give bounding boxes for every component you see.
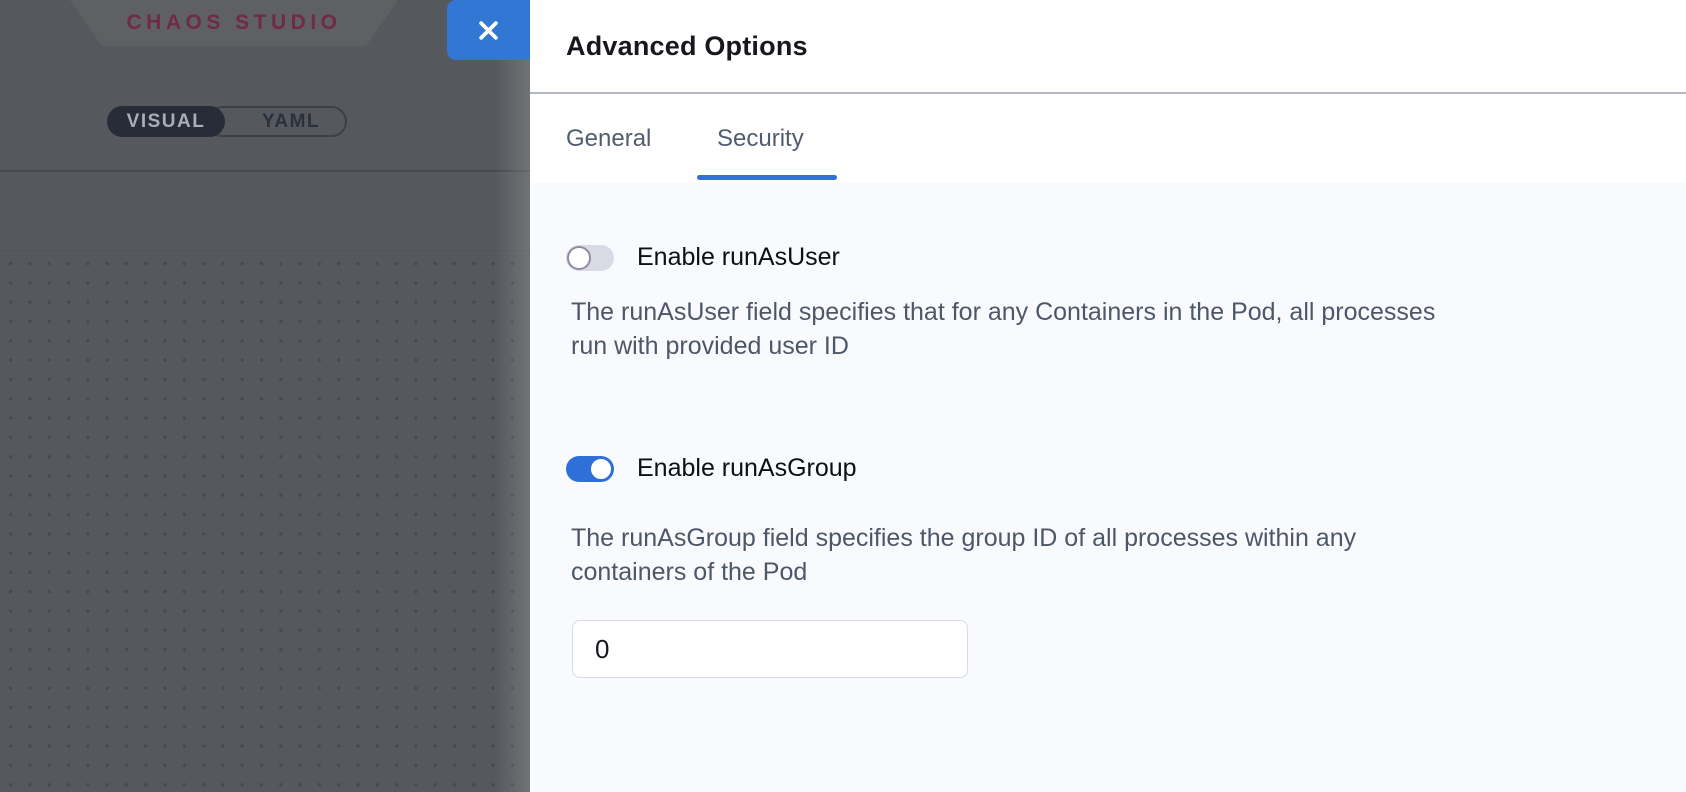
close-drawer-button[interactable] (447, 0, 530, 60)
dotted-canvas (0, 253, 530, 792)
toggle-knob (567, 246, 591, 270)
run-as-user-label: Enable runAsUser (637, 243, 840, 272)
group-id-input[interactable] (572, 620, 968, 678)
drawer-title: Advanced Options (566, 31, 808, 62)
advanced-options-drawer: Advanced Options General Security Enable… (530, 0, 1686, 792)
run-as-user-toggle[interactable] (566, 245, 614, 271)
toolbar-divider (0, 170, 530, 172)
run-as-group-label: Enable runAsGroup (637, 454, 857, 483)
run-as-user-description: The runAsUser field specifies that for a… (571, 295, 1686, 363)
run-as-group-toggle[interactable] (566, 456, 614, 482)
tab-security[interactable]: Security (717, 94, 804, 183)
run-as-user-row: Enable runAsUser (566, 243, 1686, 272)
toggle-knob (589, 457, 613, 481)
visual-tab-label: VISUAL (127, 111, 206, 133)
drawer-edge-glow (494, 0, 530, 792)
tab-general[interactable]: General (566, 94, 651, 183)
run-as-group-description: The runAsGroup field specifies the group… (571, 521, 1686, 589)
tab-general-label: General (566, 125, 651, 153)
description-line: The runAsUser field specifies that for a… (571, 295, 1686, 329)
screen: CHAOS STUDIO YAML VISUAL Advanced Option… (0, 0, 1686, 792)
visual-tab[interactable]: VISUAL (107, 106, 225, 137)
run-as-group-row: Enable runAsGroup (566, 454, 1686, 483)
tab-security-label: Security (717, 125, 804, 153)
description-line: containers of the Pod (571, 555, 1686, 589)
close-icon (475, 17, 502, 44)
brand-title: CHAOS STUDIO (126, 11, 341, 35)
drawer-tabbar: General Security (530, 94, 1686, 183)
brand-badge: CHAOS STUDIO (70, 0, 398, 46)
dimmed-background: CHAOS STUDIO YAML VISUAL (0, 0, 530, 792)
drawer-header: Advanced Options (530, 0, 1686, 94)
security-tab-content: Enable runAsUser The runAsUser field spe… (530, 183, 1686, 792)
active-tab-indicator (697, 175, 837, 180)
canvas-divider (0, 250, 530, 251)
description-line: The runAsGroup field specifies the group… (571, 521, 1686, 555)
yaml-tab-label: YAML (262, 111, 320, 133)
description-line: run with provided user ID (571, 329, 1686, 363)
view-mode-toggle: YAML VISUAL (107, 106, 347, 137)
yaml-tab[interactable]: YAML (207, 106, 347, 137)
